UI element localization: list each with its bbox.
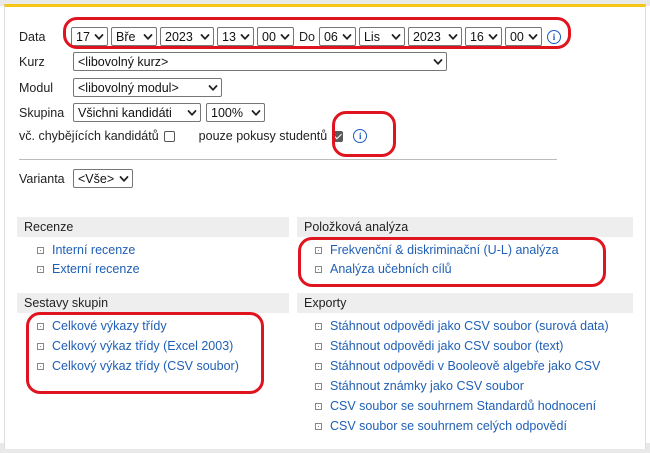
chevron-down-icon bbox=[433, 57, 443, 67]
filters-divider bbox=[19, 159, 557, 160]
date-label: Data bbox=[19, 29, 46, 44]
list-item[interactable]: Celkový výkaz třídy (Excel 2003) bbox=[37, 336, 239, 356]
from-month-select[interactable]: Bře bbox=[111, 27, 157, 46]
square-bullet-icon bbox=[37, 265, 44, 273]
group-select[interactable]: Všichni kandidáti bbox=[73, 103, 201, 122]
from-day-select[interactable]: 17 bbox=[71, 27, 108, 46]
class-totals-link[interactable]: Celkové výkazy třídy bbox=[52, 319, 167, 333]
to-minute-select[interactable]: 00 bbox=[504, 27, 542, 46]
learning-objectives-analysis-link[interactable]: Analýza učebních cílů bbox=[330, 262, 452, 276]
square-bullet-icon bbox=[315, 246, 322, 254]
item-analysis-section-header: Položková analýza bbox=[297, 217, 633, 237]
square-bullet-icon bbox=[315, 362, 322, 370]
students-only-info-icon[interactable]: i bbox=[353, 129, 368, 143]
from-year-select[interactable]: 2023 bbox=[160, 27, 214, 46]
from-minute-select[interactable]: 00 bbox=[257, 27, 294, 46]
to-day-select[interactable]: 06 bbox=[318, 27, 356, 46]
chevron-down-icon bbox=[208, 83, 218, 93]
chevron-down-icon bbox=[528, 32, 538, 42]
chevron-down-icon bbox=[391, 32, 401, 42]
list-item[interactable]: Stáhnout odpovědi v Booleově algebře jak… bbox=[315, 356, 609, 376]
to-year-select[interactable]: 2023 bbox=[407, 27, 462, 46]
date-info-icon[interactable]: i bbox=[546, 29, 561, 44]
square-bullet-icon bbox=[315, 265, 322, 273]
list-item[interactable]: Celkový výkaz třídy (CSV soubor) bbox=[37, 356, 239, 376]
course-filter-row: Kurz <libovolný kurz> bbox=[19, 52, 450, 71]
course-label: Kurz bbox=[19, 54, 45, 69]
list-item[interactable]: Interní recenze bbox=[37, 240, 140, 260]
export-standards-csv-link[interactable]: CSV soubor se souhrnem Standardů hodnoce… bbox=[330, 399, 596, 413]
list-item[interactable]: Stáhnout odpovědi jako CSV soubor (text) bbox=[315, 336, 609, 356]
group-reports-list: Celkové výkazy třídy Celkový výkaz třídy… bbox=[37, 316, 239, 376]
export-full-answers-csv-link[interactable]: CSV soubor se souhrnem celých odpovědí bbox=[330, 419, 567, 433]
chevron-down-icon bbox=[187, 108, 197, 118]
external-review-link[interactable]: Externí recenze bbox=[52, 262, 140, 276]
chevron-down-icon bbox=[119, 174, 129, 184]
class-totals-csv-link[interactable]: Celkový výkaz třídy (CSV soubor) bbox=[52, 359, 239, 373]
to-hour-select[interactable]: 16 bbox=[464, 27, 502, 46]
chevron-down-icon bbox=[94, 32, 104, 42]
square-bullet-icon bbox=[315, 342, 322, 350]
exports-list: Stáhnout odpovědi jako CSV soubor (surov… bbox=[315, 316, 609, 436]
chevron-down-icon bbox=[280, 32, 290, 42]
list-item[interactable]: Celkové výkazy třídy bbox=[37, 316, 239, 336]
reviews-section-header: Recenze bbox=[17, 217, 289, 237]
class-totals-excel-link[interactable]: Celkový výkaz třídy (Excel 2003) bbox=[52, 339, 233, 353]
frequency-discrimination-link[interactable]: Frekvenční & diskriminační (U-L) analýza bbox=[330, 243, 559, 257]
date-to-label: Do bbox=[299, 29, 315, 44]
list-item[interactable]: CSV soubor se souhrnem Standardů hodnoce… bbox=[315, 396, 609, 416]
square-bullet-icon bbox=[315, 402, 322, 410]
square-bullet-icon bbox=[37, 342, 44, 350]
chevron-down-icon bbox=[143, 32, 153, 42]
list-item[interactable]: Analýza učebních cílů bbox=[315, 259, 559, 279]
list-item[interactable]: CSV soubor se souhrnem celých odpovědí bbox=[315, 416, 609, 436]
module-filter-row: Modul <libovolný modul> bbox=[19, 78, 225, 97]
students-only-label: pouze pokusy studentů bbox=[198, 129, 328, 143]
exports-section-header: Exporty bbox=[297, 293, 633, 313]
to-month-select[interactable]: Lis bbox=[358, 27, 405, 46]
chevron-down-icon bbox=[200, 32, 210, 42]
internal-review-link[interactable]: Interní recenze bbox=[52, 243, 135, 257]
chevron-down-icon bbox=[251, 108, 261, 118]
chevron-down-icon bbox=[488, 32, 498, 42]
group-filter-row: Skupina Všichni kandidáti 100% bbox=[19, 103, 268, 122]
chevron-down-icon bbox=[342, 32, 352, 42]
date-filter-row: Data 17 Bře 2023 13 00 Do 06 Lis 2023 16… bbox=[19, 27, 561, 46]
group-reports-section-header: Sestavy skupin bbox=[17, 293, 289, 313]
from-hour-select[interactable]: 13 bbox=[217, 27, 254, 46]
export-raw-csv-link[interactable]: Stáhnout odpovědi jako CSV soubor (surov… bbox=[330, 319, 609, 333]
module-label: Modul bbox=[19, 80, 54, 95]
chevron-down-icon bbox=[240, 32, 250, 42]
include-missing-label: vč. chybějících kandidátů bbox=[19, 129, 159, 143]
export-grades-csv-link[interactable]: Stáhnout známky jako CSV soubor bbox=[330, 379, 524, 393]
variant-label: Varianta bbox=[19, 171, 65, 186]
module-select[interactable]: <libovolný modul> bbox=[73, 78, 222, 97]
percent-select[interactable]: 100% bbox=[206, 103, 265, 122]
chevron-down-icon bbox=[448, 32, 458, 42]
group-label: Skupina bbox=[19, 105, 65, 120]
export-text-csv-link[interactable]: Stáhnout odpovědi jako CSV soubor (text) bbox=[330, 339, 563, 353]
item-analysis-list: Frekvenční & diskriminační (U-L) analýza… bbox=[315, 240, 559, 279]
students-only-checkbox[interactable] bbox=[332, 130, 344, 142]
list-item[interactable]: Stáhnout známky jako CSV soubor bbox=[315, 376, 609, 396]
square-bullet-icon bbox=[315, 382, 322, 390]
course-select[interactable]: <libovolný kurz> bbox=[73, 52, 447, 71]
reviews-list: Interní recenze Externí recenze bbox=[37, 240, 140, 279]
list-item[interactable]: Externí recenze bbox=[37, 259, 140, 279]
list-item[interactable]: Frekvenční & diskriminační (U-L) analýza bbox=[315, 240, 559, 260]
variant-filter-row: Varianta <Vše> bbox=[19, 169, 136, 188]
include-missing-checkbox[interactable] bbox=[163, 130, 175, 142]
variant-select[interactable]: <Vše> bbox=[73, 169, 133, 188]
attempt-options-row: vč. chybějících kandidátů pouze pokusy s… bbox=[19, 129, 368, 143]
square-bullet-icon bbox=[315, 422, 322, 430]
report-options-panel: Data 17 Bře 2023 13 00 Do 06 Lis 2023 16… bbox=[4, 4, 646, 449]
export-boolean-csv-link[interactable]: Stáhnout odpovědi v Booleově algebře jak… bbox=[330, 359, 600, 373]
square-bullet-icon bbox=[37, 362, 44, 370]
list-item[interactable]: Stáhnout odpovědi jako CSV soubor (surov… bbox=[315, 316, 609, 336]
square-bullet-icon bbox=[37, 322, 44, 330]
square-bullet-icon bbox=[315, 322, 322, 330]
square-bullet-icon bbox=[37, 246, 44, 254]
